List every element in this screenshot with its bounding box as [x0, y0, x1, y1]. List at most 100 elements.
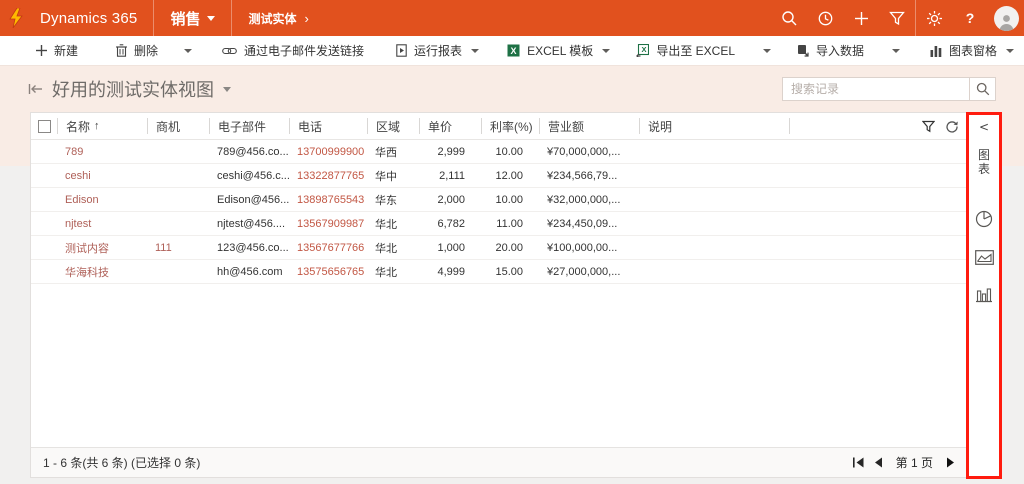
area-chart-button[interactable] [974, 250, 994, 265]
select-all-checkbox[interactable] [37, 119, 51, 133]
grid-cell-name[interactable]: njtest [57, 218, 147, 230]
grid-cell-region: 华东 [375, 194, 397, 207]
import-data-caret[interactable] [892, 48, 901, 53]
first-page-icon[interactable] [852, 457, 865, 468]
grid-cell-phone[interactable]: 13322877765 [289, 170, 367, 182]
grid-cell-revenue: ¥32,000,000,... [547, 193, 621, 206]
view-selector-caret[interactable] [223, 86, 231, 92]
main-content: 好用的测试实体视图 名称↑ 商机 电子部件 电话 区域 单价 利率(%) 营业额 说明 [0, 66, 1024, 484]
help-button[interactable]: ? [952, 0, 988, 36]
column-header[interactable]: 说明 [639, 118, 789, 134]
table-row[interactable]: 华海科技 hh@456.com 13575656765 华北 4,999 15.00 ¥27… [31, 260, 967, 284]
column-header[interactable]: 区域 [367, 118, 419, 134]
top-nav-bar: Dynamics 365 销售 测试实体 › ? [0, 0, 1024, 36]
import-data-button[interactable]: 导入数据 [797, 42, 864, 59]
grid-cell-email: 789@456.co... [217, 145, 289, 158]
grid-cell-revenue: ¥100,000,00... [547, 241, 618, 254]
filter-icon[interactable] [922, 120, 935, 133]
grid-cell-region: 华北 [375, 266, 397, 279]
grid-cell-phone[interactable]: 13700999900 [289, 146, 367, 158]
delete-dropdown-caret[interactable] [184, 48, 193, 53]
table-row[interactable]: 789 789@456.co... 13700999900 华西 2,999 10.00 ¥… [31, 140, 967, 164]
excel-template-caret[interactable] [602, 48, 611, 53]
grid-cell-email: Edison@456... [217, 193, 289, 206]
column-header[interactable]: 营业额 [539, 118, 639, 134]
app-switcher[interactable]: 销售 [154, 8, 231, 29]
run-report-caret[interactable] [471, 48, 480, 53]
settings-button[interactable] [916, 0, 952, 36]
back-arrow-icon[interactable] [28, 83, 43, 95]
pie-chart-button[interactable] [975, 210, 993, 228]
grid-cell-opportunity[interactable]: 111 [147, 242, 209, 254]
run-report-button[interactable]: 运行报表 [396, 42, 462, 59]
grid-cell-phone[interactable]: 13575656765 [289, 266, 367, 278]
search-input[interactable] [783, 78, 969, 100]
table-row[interactable]: Edison Edison@456... 13898765543 华东 2,000 10.… [31, 188, 967, 212]
command-bar: 新建 删除 通过电子邮件发送链接 运行报表 X EXCEL 模板 X 导出至 E… [0, 36, 1024, 66]
excel-template-button[interactable]: X EXCEL 模板 [507, 42, 593, 59]
select-all-cell [31, 119, 57, 133]
grid-cell-rate: 10.00 [495, 145, 523, 158]
chart-pane-caret[interactable] [1006, 48, 1015, 53]
email-link-button[interactable]: 通过电子邮件发送链接 [222, 42, 364, 59]
collapse-pane-chevron[interactable]: < [979, 120, 989, 134]
grid-cell-name[interactable]: Edison [57, 194, 147, 206]
column-header[interactable]: 电子部件 [209, 118, 289, 134]
bar-chart-button[interactable] [975, 287, 993, 303]
column-header-label: 区域 [376, 119, 401, 134]
grid-cell-revenue: ¥234,450,09... [547, 217, 618, 230]
grid-cell-revenue: ¥234,566,79... [547, 169, 618, 182]
dynamics-logo[interactable] [0, 8, 32, 28]
area-chart-icon [974, 250, 994, 265]
trash-icon [116, 44, 128, 57]
grid-cell-rate: 11.00 [496, 217, 523, 230]
column-header[interactable]: 利率(%) [481, 118, 539, 134]
chart-pane-vertical-label[interactable]: 图表 [978, 148, 990, 176]
brand-title[interactable]: Dynamics 365 [32, 10, 153, 27]
grid-header-icons [914, 120, 967, 133]
grid-cell-rate: 12.00 [495, 169, 523, 182]
grid-cell-name[interactable]: 华海科技 [57, 264, 147, 280]
next-page-icon[interactable] [946, 457, 955, 468]
column-header[interactable]: 单价 [419, 118, 481, 134]
grid-cell-phone[interactable]: 13567677766 [289, 242, 367, 254]
breadcrumb[interactable]: 测试实体 › [232, 10, 324, 27]
grid-cell-revenue: ¥27,000,000,... [547, 265, 621, 278]
grid-cell-email: hh@456.com [217, 265, 283, 278]
export-excel-button[interactable]: X 导出至 EXCEL [636, 42, 735, 59]
grid-cell-rate: 10.00 [495, 193, 523, 206]
grid-cell-phone[interactable]: 13898765543 [289, 194, 367, 206]
excel-template-label: EXCEL 模板 [527, 44, 594, 58]
excel-icon: X [507, 44, 520, 57]
quick-create-button[interactable] [843, 0, 879, 36]
grid-cell-email: 123@456.co... [217, 241, 289, 254]
sort-ascending-icon: ↑ [94, 120, 100, 132]
grid-cell-name[interactable]: 测试内容 [57, 240, 147, 256]
chart-pane-button[interactable]: 图表窗格 [930, 42, 997, 59]
column-header-label: 电子部件 [218, 119, 267, 134]
table-row[interactable]: njtest njtest@456.... 13567909987 华北 6,782 11… [31, 212, 967, 236]
column-header[interactable]: 名称 ↑ [57, 118, 147, 134]
user-menu-button[interactable] [988, 0, 1024, 36]
grid-cell-name[interactable]: 789 [57, 146, 147, 158]
recent-items-button[interactable] [807, 0, 843, 36]
previous-page-icon[interactable] [874, 457, 883, 468]
grid-cell-rate: 20.00 [495, 241, 523, 254]
column-header[interactable]: 商机 [147, 118, 209, 134]
table-row[interactable]: 测试内容 111 123@456.co... 13567677766 华北 1,000 20… [31, 236, 967, 260]
grid-cell-phone[interactable]: 13567909987 [289, 218, 367, 230]
column-header-label: 电话 [298, 119, 323, 134]
new-button[interactable]: 新建 [36, 42, 78, 59]
search-button[interactable] [771, 0, 807, 36]
import-data-label: 导入数据 [816, 44, 865, 58]
grid-cell-name[interactable]: ceshi [57, 170, 147, 182]
grid-cell-revenue: ¥70,000,000,... [547, 145, 621, 158]
export-excel-caret[interactable] [763, 48, 771, 53]
delete-button[interactable]: 删除 [116, 42, 158, 59]
advanced-filter-button[interactable] [879, 0, 915, 36]
table-row[interactable]: ceshi ceshi@456.c... 13322877765 华中 2,111 12.… [31, 164, 967, 188]
column-header[interactable]: 电话 [289, 118, 367, 134]
avatar [993, 5, 1019, 31]
refresh-icon[interactable] [945, 120, 958, 133]
search-submit-button[interactable] [969, 78, 995, 100]
